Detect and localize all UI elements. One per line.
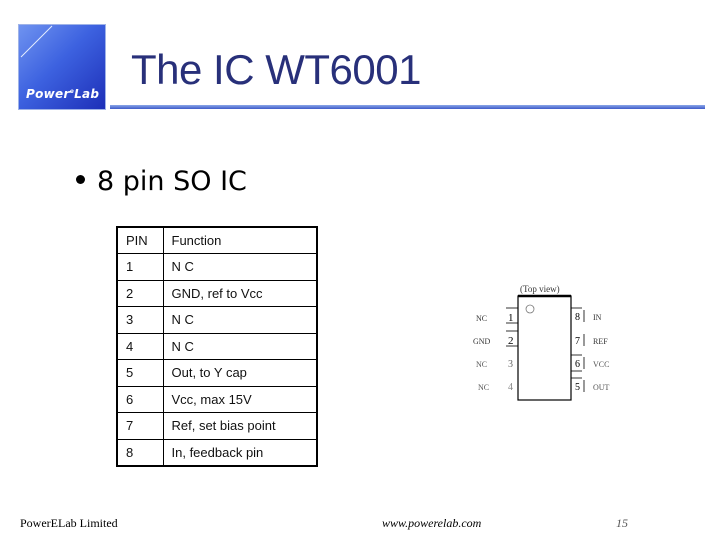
pin-num: 3 [508,359,513,370]
pin-function: N C [162,306,318,334]
pin-num: 4 [508,382,513,393]
table-row: 8 In, feedback pin [116,438,318,466]
pin-label: VCC [593,360,609,369]
pin-label: OUT [593,383,610,392]
pin-function: Vcc, max 15V [162,385,318,413]
pin-number: 7 [116,412,164,440]
pin-num: 5 [575,382,580,393]
pin-number: 6 [116,385,164,413]
left-pin-2: GND 2 [473,330,518,347]
pin-number: 8 [116,438,164,466]
left-pin-1: NC 1 [476,307,518,324]
pin-num: 6 [575,359,580,370]
table-row: 1N C [116,253,318,281]
pin-function: N C [162,253,318,281]
bullet-item: 8 pin SO IC [76,166,247,197]
pin-number: 3 [116,306,164,334]
pin-num: 2 [508,335,514,347]
logo-text-lab: Lab [74,87,100,101]
bullet-text: 8 pin SO IC [97,166,247,197]
ic-pinout-diagram: (Top view) NC 1 GND 2 NC 3 NC 4 8 IN 7 R… [473,284,610,401]
left-pin-4: NC 4 [478,382,513,393]
pin-function: Ref, set bias point [162,412,318,440]
pin-label: IN [593,313,602,322]
pin-num: 8 [575,312,580,323]
pin-number: 2 [116,279,164,307]
pin-number: 1 [116,253,164,281]
footer-company: PowerELab Limited [20,516,118,530]
pin-function: Out, to Y cap [162,359,318,387]
pin-number: 4 [116,332,164,360]
right-pin-5: 5 OUT [571,377,610,393]
table-row: 5 Out, to Y cap [116,359,318,387]
table-header-row: PIN Function [116,226,318,254]
pin-label: NC [476,360,487,369]
footer-page-number: 15 [616,516,628,530]
pin-function: In, feedback pin [162,438,318,466]
header-pin: PIN [116,226,164,254]
bullet-dot-icon [76,175,85,184]
pin-number: 5 [116,359,164,387]
left-pin-3: NC 3 [476,359,513,370]
pin-label: REF [593,337,608,346]
title-underline [110,105,705,109]
powerelab-logo: PowereLab [18,24,106,110]
logo-text: PowereLab [26,87,99,101]
slide-title: The IC WT6001 [131,46,421,93]
pin-function-table: PIN Function 1N C 2 GND, ref to Vcc 3N C … [116,226,318,467]
pin-label: GND [473,337,491,346]
right-pin-6: 6 VCC [571,354,609,372]
logo-text-power: Power [26,87,70,101]
footer-website[interactable]: www.powerelab.com [382,516,481,531]
diagram-caption: (Top view) [520,284,560,294]
table-row: 6 Vcc, max 15V [116,385,318,413]
table-row: 3N C [116,306,318,334]
pin-num: 7 [575,336,580,347]
pin-num: 1 [508,312,514,324]
ic-body [517,295,572,401]
pin-function: GND, ref to Vcc [162,279,318,307]
right-pin-8: 8 IN [571,307,602,323]
right-pin-7: 7 REF [575,334,608,347]
pin-function: N C [162,332,318,360]
header-function: Function [162,226,318,254]
pin-label: NC [478,383,489,392]
pin-label: NC [476,314,487,323]
table-row: 7 Ref, set bias point [116,412,318,440]
table-row: 2 GND, ref to Vcc [116,279,318,307]
table-row: 4N C [116,332,318,360]
